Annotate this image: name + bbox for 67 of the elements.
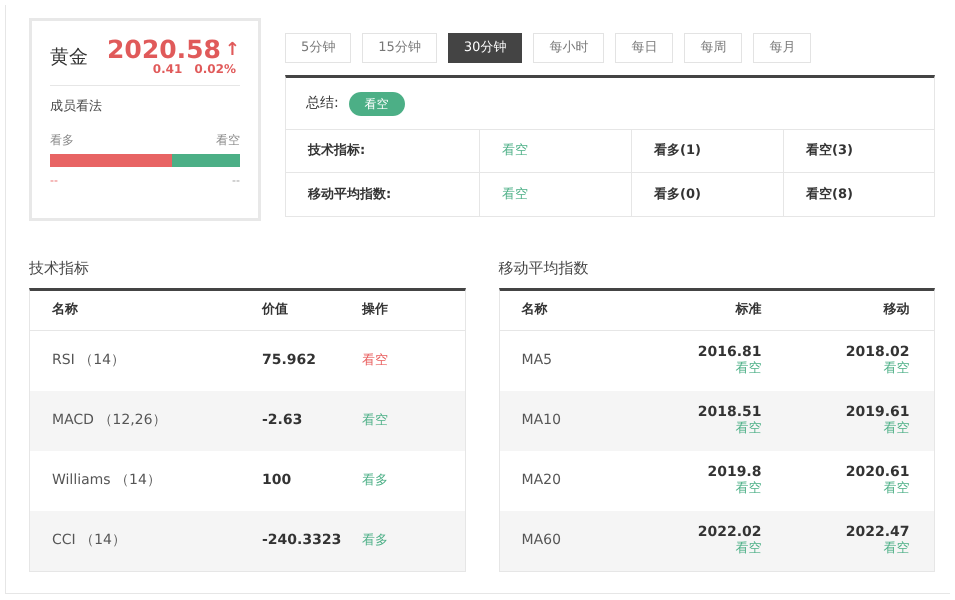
summary-row-name: 技术指标:	[286, 130, 480, 172]
summary-row-name: 移动平均指数:	[286, 173, 480, 216]
opinion-title: 成员看法	[50, 98, 103, 116]
ma-signal: 看空	[884, 361, 910, 378]
up-arrow-icon: ↑	[224, 40, 240, 58]
bull-count: 看多(1)	[632, 130, 784, 172]
summary-label: 总结:	[306, 94, 339, 113]
bull-value: --	[50, 172, 58, 188]
indicator-name: RSI （14）	[52, 351, 126, 370]
indicator-action: 看空	[362, 412, 389, 430]
indicator-action: 看空	[362, 352, 389, 370]
indicator-value: -2.63	[262, 411, 304, 430]
bear-value: --	[232, 172, 240, 188]
ma-name: MA5	[522, 351, 554, 370]
summary-signal: 看空	[480, 130, 632, 172]
column-header: 名称	[52, 301, 79, 320]
ma-value: 2018.02	[846, 344, 910, 361]
bear-label: 看空	[216, 132, 240, 148]
period-tab[interactable]: 每周	[684, 33, 742, 63]
price-change-percent: 0.02%	[194, 62, 236, 77]
ma-signal: 看空	[884, 481, 910, 498]
period-tab[interactable]: 每日	[615, 33, 674, 63]
indicator-name: Williams （14）	[52, 471, 162, 490]
period-tab[interactable]: 每小时	[533, 33, 604, 63]
period-tab[interactable]: 15分钟	[362, 33, 437, 63]
column-header: 价值	[262, 301, 289, 320]
indicator-value: 100	[262, 471, 292, 490]
indicator-name: MACD （12,26）	[52, 411, 168, 430]
column-header: 标准	[734, 301, 762, 320]
indicator-name: CCI （14）	[52, 531, 127, 550]
bear-count: 看空(8)	[805, 186, 854, 204]
column-header: 操作	[362, 301, 389, 320]
bull-label: 看多	[50, 132, 74, 148]
period-tab[interactable]: 30分钟	[448, 33, 522, 63]
column-header: 移动	[882, 301, 910, 320]
summary-badge: 看空	[348, 92, 405, 116]
indicator-action: 看多	[362, 532, 389, 550]
ma-value: 2019.8	[707, 464, 762, 481]
ma-name: MA10	[522, 411, 562, 430]
ma-value: 2019.61	[846, 404, 910, 421]
ma-signal: 看空	[884, 541, 910, 558]
ma-value: 2022.47	[846, 524, 910, 541]
asset-name: 黄金	[50, 45, 88, 70]
ma-value: 2020.61	[846, 464, 910, 481]
period-tab[interactable]: 每月	[753, 33, 812, 63]
section-title: 技术指标	[29, 258, 90, 279]
ma-name: MA20	[522, 471, 562, 490]
ma-signal: 看空	[884, 421, 910, 438]
ma-signal: 看空	[736, 541, 762, 558]
ma-value: 2022.02	[698, 524, 762, 541]
period-tab[interactable]: 5分钟	[285, 33, 352, 63]
summary-signal: 看空	[480, 173, 632, 216]
bear-count: 看空(3)	[805, 142, 854, 160]
indicator-value: -240.3323	[262, 531, 342, 550]
ma-name: MA60	[522, 531, 562, 550]
section-title: 移动平均指数	[498, 258, 590, 279]
ma-signal: 看空	[736, 421, 762, 438]
ma-signal: 看空	[736, 481, 762, 498]
bull-count: 看多(0)	[632, 173, 784, 216]
indicator-action: 看多	[362, 472, 389, 490]
ma-value: 2018.51	[698, 404, 762, 421]
price-change: 0.41	[152, 62, 182, 77]
column-header: 名称	[522, 301, 548, 320]
ma-signal: 看空	[736, 361, 762, 378]
indicator-value: 75.962	[262, 351, 318, 370]
price: 2020.58	[107, 37, 221, 62]
ma-value: 2016.81	[698, 344, 762, 361]
